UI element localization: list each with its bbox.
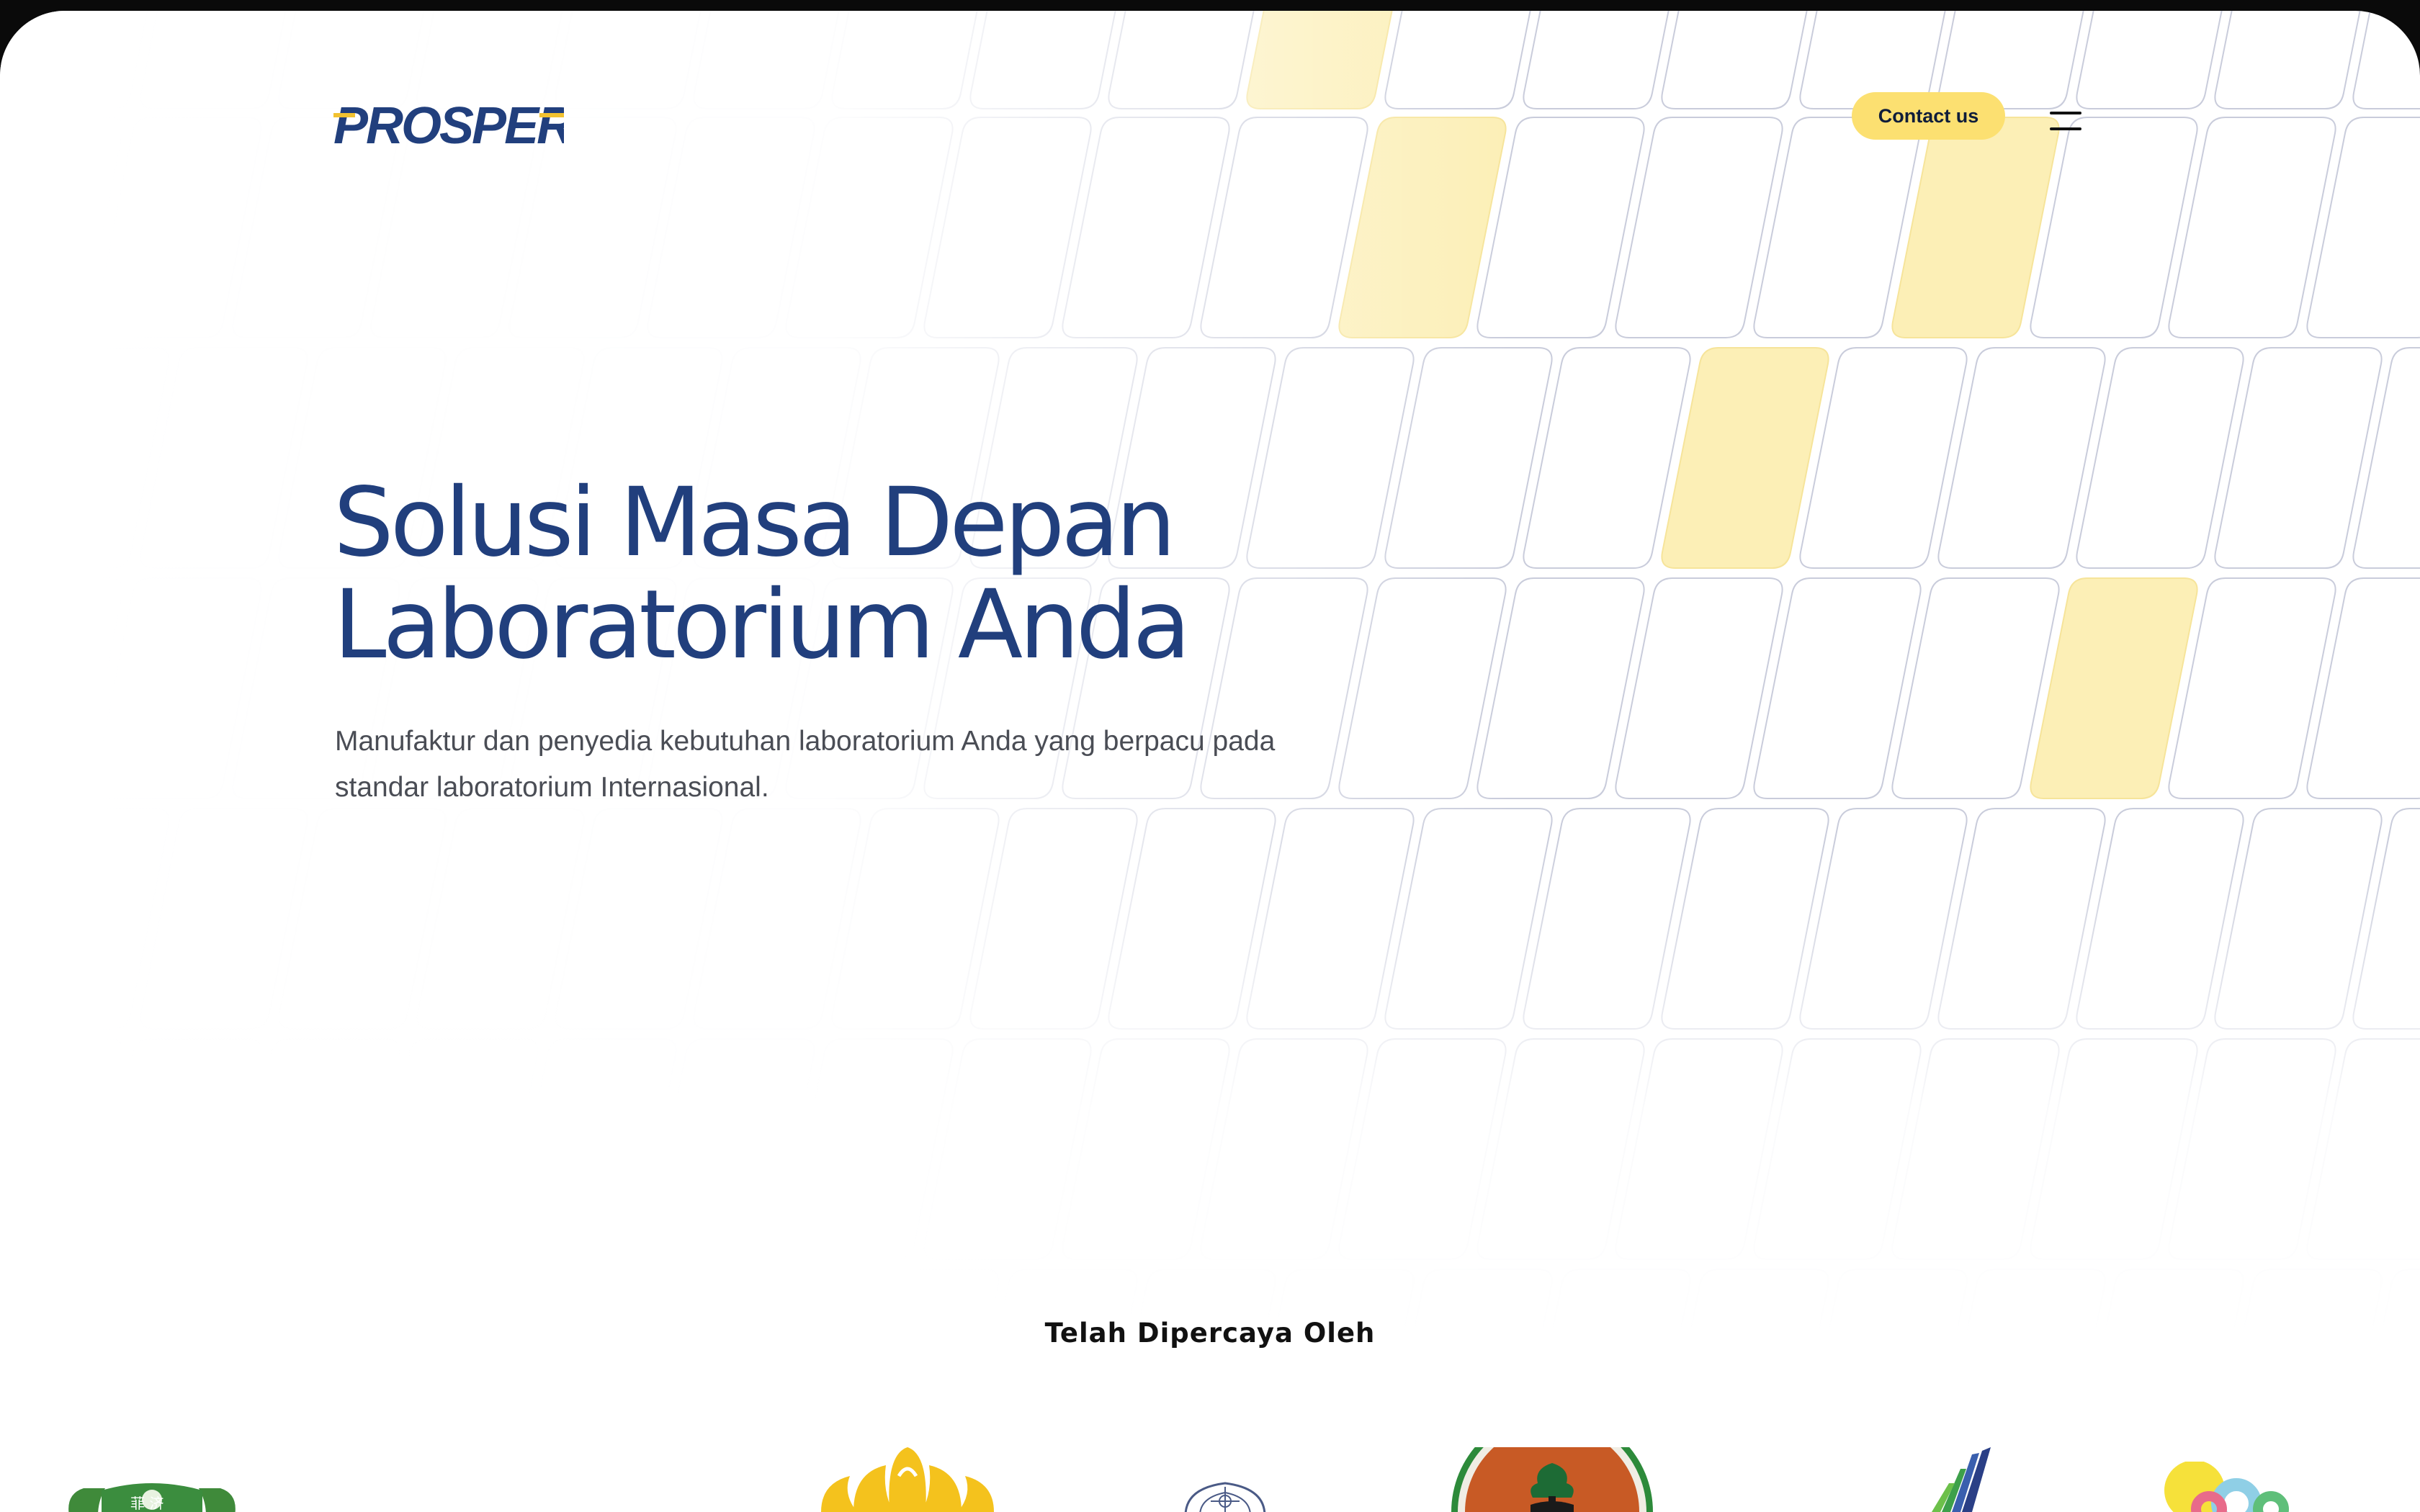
svg-text:菲 济: 菲 济 [130,1495,163,1512]
orange-round-seal-logo [1451,1447,1653,1512]
hero-subtitle: Manufaktur dan penyedia kebutuhan labora… [335,719,1386,811]
yellow-wing-emblem-logo [821,1447,994,1512]
trusted-by-heading: Telah Dipercaya Oleh [1044,1318,1376,1349]
hero-title: Solusi Masa Depan Laboratorium Anda [333,472,1414,676]
hero-subtitle-line-1: Manufaktur dan penyedia kebutuhan labora… [335,726,1276,757]
hero-title-line-2: Laboratorium Anda [333,570,1191,680]
hero-title-line-1: Solusi Masa Depan [333,467,1176,578]
logo-text: PROSPERA [333,97,564,149]
menu-line-bottom [2050,127,2081,130]
prospera-logo[interactable]: PROSPERA [333,91,609,155]
blue-green-stripes-logo [1932,1447,1991,1512]
green-shield-logo: 菲 济 [68,1483,236,1512]
navy-crest-logo [1184,1482,1266,1512]
grid-tile [2306,117,2420,338]
logo-accent-right [539,113,564,117]
grid-tile [2306,577,2420,799]
grid-tile [2076,11,2223,109]
menu-line-top [2050,112,2081,114]
grid-tile [2352,347,2420,569]
prospera-logo-mark: PROSPERA [333,97,609,155]
background-fade-bottom [0,839,2420,1512]
grid-tile [1661,11,1808,109]
hamburger-menu-icon[interactable] [2050,110,2083,135]
grid-tile [2352,11,2420,109]
grid-tile [1523,11,1670,109]
hero-subtitle-line-2: standar laboratorium Internasional. [335,772,769,803]
logo-accent-left [333,113,355,117]
colorful-circles-logo [2164,1462,2289,1512]
contact-us-button[interactable]: Contact us [1852,92,2005,140]
grid-tile [2214,11,2361,109]
landing-page: PROSPERA Contact us Solusi Masa Depan La… [0,11,2420,1512]
